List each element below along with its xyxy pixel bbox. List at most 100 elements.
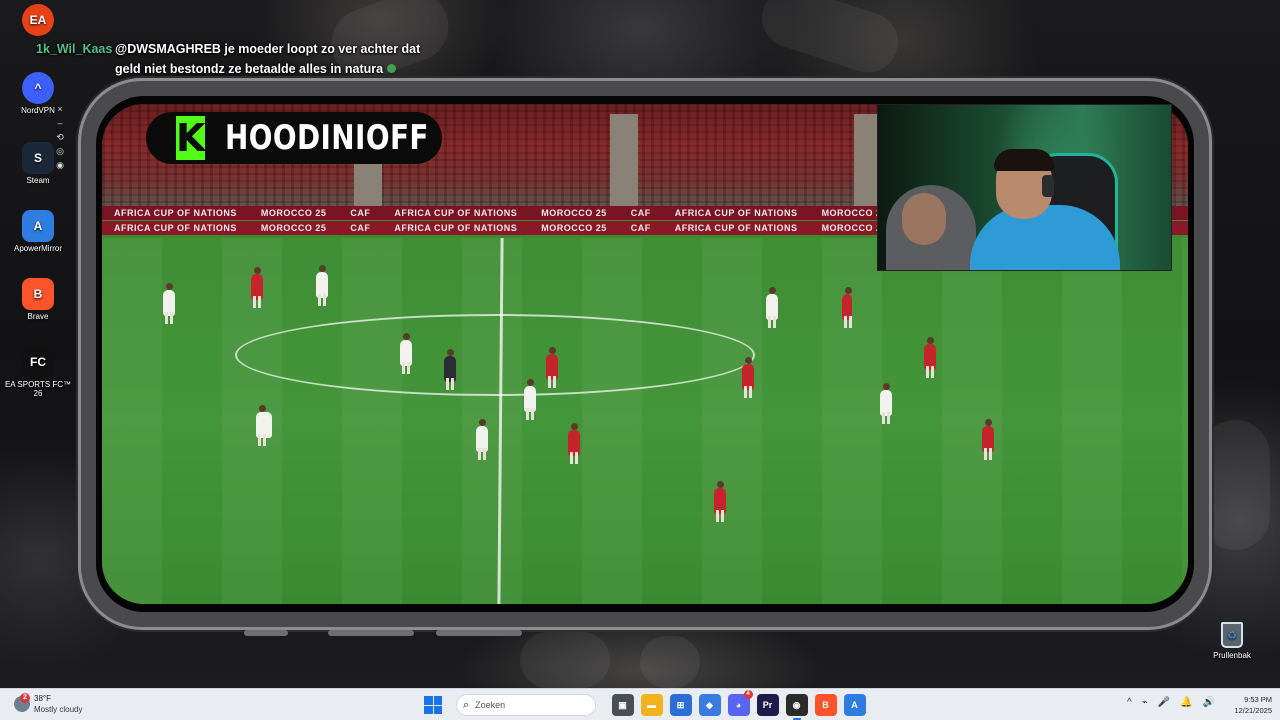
- recycle-bin[interactable]: ♻ Prullenbak: [1206, 622, 1258, 660]
- kick-logo-icon: K: [176, 116, 206, 160]
- volume-icon[interactable]: 🔊: [1203, 697, 1215, 708]
- overlay-control-icon[interactable]: ◉: [55, 160, 65, 174]
- weather-badge: 2: [20, 693, 30, 703]
- app-glyph: ▬: [647, 700, 656, 710]
- file-explorer-icon[interactable]: ▬: [640, 694, 663, 716]
- desktop-shortcut[interactable]: FC EA SPORTS FC™ 26: [0, 346, 76, 398]
- player-white: [256, 405, 272, 446]
- weather-condition: Mostly cloudy: [34, 705, 83, 714]
- player-white: [766, 287, 778, 328]
- brave-taskbar-icon[interactable]: B: [814, 694, 837, 716]
- search-placeholder: Zoeken: [475, 700, 506, 710]
- network-icon[interactable]: ⌁: [1142, 697, 1148, 708]
- board-text: MOROCCO 25: [260, 208, 327, 218]
- board-text: CAF: [350, 223, 371, 233]
- app-glyph: ▣: [618, 699, 627, 710]
- overlay-control-icon[interactable]: ◎: [55, 146, 65, 160]
- vpn-app-icon[interactable]: ◆: [698, 694, 721, 716]
- app-glyph: ◆: [706, 699, 713, 710]
- webcam-person-right-hair: [994, 149, 1054, 171]
- referee: [444, 349, 456, 390]
- microphone-icon[interactable]: 🎤: [1158, 697, 1170, 708]
- app-glyph: ◉: [792, 699, 801, 710]
- task-view-icon[interactable]: ▣: [611, 694, 634, 716]
- desktop-shortcut-label: EA SPORTS FC™ 26: [4, 380, 72, 398]
- apowermirror-taskbar-icon[interactable]: A: [843, 694, 866, 716]
- wallpaper-shape: [640, 636, 700, 688]
- board-text: MOROCCO 25: [260, 223, 327, 233]
- board-text: AFRICA CUP OF NATIONS: [114, 208, 237, 218]
- stadium-stairs: [610, 114, 638, 210]
- app-glyph: A: [851, 700, 858, 710]
- desktop-shortcut[interactable]: A ApowerMirror: [0, 210, 76, 253]
- obs-icon[interactable]: ◉: [785, 694, 808, 720]
- player-white: [476, 419, 488, 460]
- notification-icon[interactable]: 🔔: [1180, 697, 1192, 708]
- app-glyph: Pr: [762, 700, 773, 710]
- player-red: [982, 419, 994, 460]
- discord-icon[interactable]: ◕ 4: [727, 690, 753, 716]
- desktop-shortcut[interactable]: B Brave: [0, 278, 76, 321]
- streamer-name: HOODINIOFF: [225, 118, 430, 158]
- wallpaper-shape: [520, 632, 610, 688]
- weather-temperature: 38°F: [34, 694, 51, 703]
- chat-message: @DWSMAGHREB je moeder loopt zo ver achte…: [115, 39, 425, 79]
- chat-username: 1k_Wil_Kaas: [36, 42, 113, 56]
- phone-side-button: [328, 630, 414, 636]
- player-red: [251, 267, 263, 308]
- phone-side-button: [244, 630, 288, 636]
- board-text: AFRICA CUP OF NATIONS: [394, 208, 518, 218]
- taskbar-search[interactable]: ⌕ Zoeken: [456, 694, 596, 716]
- board-text: CAF: [350, 208, 371, 218]
- chat-message-text: @DWSMAGHREB je moeder loopt zo ver achte…: [115, 42, 421, 76]
- overlay-control-icon[interactable]: ⟲: [55, 132, 65, 146]
- board-text: AFRICA CUP OF NATIONS: [674, 208, 798, 218]
- player-white: [316, 265, 328, 306]
- system-tray: ^ ⌁ 🎤 🔔 🔊: [1122, 697, 1220, 708]
- chat-overlay: 1k_Wil_Kaas @DWSMAGHREB je moeder loopt …: [36, 39, 420, 76]
- nordvpn-icon: ^: [22, 72, 54, 104]
- weather-widget[interactable]: 2 38°F Mostly cloudy: [14, 693, 82, 715]
- player-white: [400, 333, 412, 374]
- board-text: CAF: [630, 223, 651, 233]
- board-text: CAF: [630, 208, 651, 218]
- desktop-shortcut-label: ApowerMirror: [13, 244, 62, 253]
- player-red: [546, 347, 558, 388]
- phone-side-button: [436, 630, 522, 636]
- desktop-shortcut-label: Brave: [27, 312, 49, 321]
- center-circle: [235, 314, 755, 396]
- player-white: [524, 379, 536, 420]
- brave-icon: B: [22, 278, 54, 310]
- overlay-controls: × – ⟲ ◎ ◉: [55, 104, 65, 174]
- overlay-control-icon[interactable]: –: [55, 118, 65, 132]
- player-red: [742, 357, 754, 398]
- headset-icon: [1042, 175, 1054, 197]
- windows-start-icon[interactable]: [424, 696, 442, 714]
- clock-date: 12/21/2025: [1234, 706, 1272, 715]
- board-text: MOROCCO 25: [541, 208, 607, 218]
- show-hidden-icons-icon[interactable]: ^: [1127, 697, 1132, 708]
- taskbar-clock[interactable]: 9:53 PM 12/21/2025: [1222, 694, 1272, 716]
- board-text: AFRICA CUP OF NATIONS: [394, 223, 518, 233]
- streamer-brand-overlay: K HOODINIOFF: [146, 112, 442, 164]
- notification-badge: 4: [743, 690, 753, 699]
- player-red: [568, 423, 580, 464]
- weather-icon: 2: [14, 693, 30, 712]
- wallpaper-shape: [754, 0, 906, 81]
- webcam-person-left-head: [902, 193, 946, 245]
- steam-icon: S: [22, 142, 54, 174]
- premiere-pro-icon[interactable]: Pr: [756, 694, 779, 716]
- player-white: [880, 383, 892, 424]
- player-white: [163, 283, 175, 324]
- ea-sports-fc-icon: FC: [22, 346, 54, 378]
- overlay-control-icon[interactable]: ×: [55, 104, 65, 118]
- taskbar-apps: ⌕ Zoeken ▣ ▬ ⊞ ◆ ◕ 4 Pr ◉ B A: [424, 690, 869, 720]
- microsoft-store-icon[interactable]: ⊞: [669, 694, 692, 716]
- desktop-shortcut[interactable]: EA: [0, 4, 76, 38]
- webcam-overlay: [877, 104, 1172, 271]
- player-red: [924, 337, 936, 378]
- search-icon: ⌕: [463, 698, 470, 711]
- app-glyph: B: [822, 700, 829, 710]
- desktop-shortcut-label: Steam: [26, 176, 50, 185]
- apowermirror-icon: A: [22, 210, 54, 242]
